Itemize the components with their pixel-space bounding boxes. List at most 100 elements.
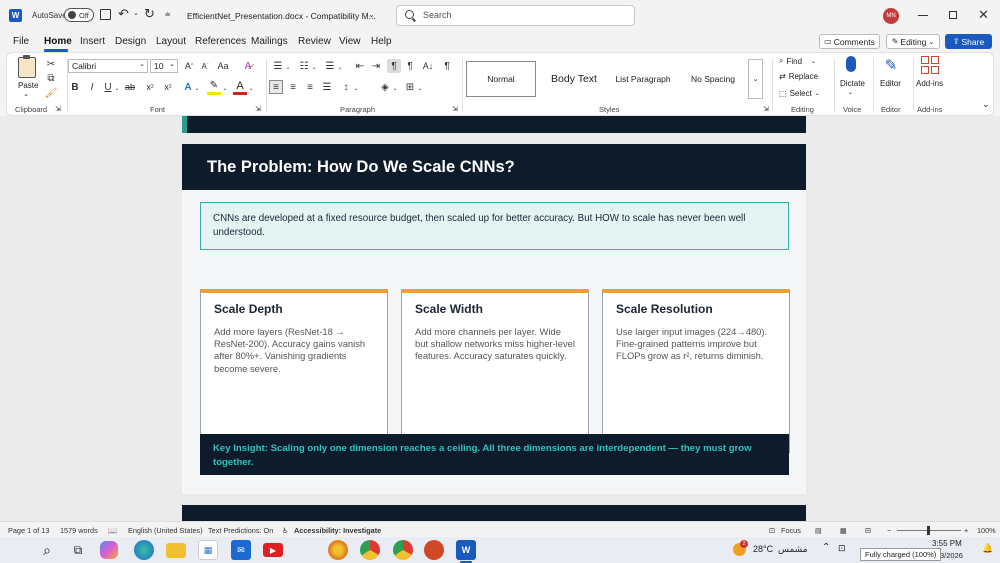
highlight-icon[interactable]: ✎: [207, 80, 221, 95]
shading-dropdown-icon[interactable]: ⌄: [391, 81, 399, 95]
minimize-icon[interactable]: [918, 15, 928, 16]
underline-dropdown-icon[interactable]: ⌄: [113, 81, 121, 95]
subscript-icon[interactable]: x2: [143, 80, 157, 94]
task-view-icon[interactable]: ⧉: [68, 540, 88, 560]
word-count[interactable]: 1579 words: [60, 526, 98, 535]
chrome-icon[interactable]: [360, 540, 380, 560]
numbering-dropdown-icon[interactable]: ⌄: [310, 60, 318, 74]
styles-launcher-icon[interactable]: ⇲: [763, 105, 769, 113]
undo-icon[interactable]: ↶: [118, 6, 129, 22]
numbering-icon[interactable]: ☷: [297, 59, 311, 73]
change-case-icon[interactable]: Aa: [216, 59, 230, 73]
increase-indent-icon[interactable]: ⇥: [369, 59, 383, 73]
menu-design[interactable]: Design: [115, 36, 146, 47]
addins-label[interactable]: Add-ins: [916, 79, 943, 88]
clipboard-launcher-icon[interactable]: ⇲: [55, 105, 61, 113]
edge-icon[interactable]: [134, 540, 154, 560]
menu-home[interactable]: Home: [44, 36, 72, 47]
file-explorer-icon[interactable]: [166, 543, 186, 558]
customize-toolbar-icon[interactable]: ⩧: [165, 9, 170, 20]
zoom-slider[interactable]: [897, 526, 961, 535]
styles-gallery-expand[interactable]: ⌄: [748, 59, 763, 99]
highlight-dropdown-icon[interactable]: ⌄: [221, 81, 229, 95]
borders-dropdown-icon[interactable]: ⌄: [416, 81, 424, 95]
copy-icon[interactable]: ⧉: [44, 71, 58, 85]
rtl-direction-icon[interactable]: ¶: [403, 59, 417, 73]
dictate-label[interactable]: Dictate: [840, 79, 865, 88]
align-right-icon[interactable]: ≡: [303, 80, 317, 94]
tray-network-icon[interactable]: ⊡: [838, 543, 846, 554]
youtube-icon[interactable]: ▶: [263, 543, 283, 557]
save-icon[interactable]: [100, 9, 111, 20]
paste-label[interactable]: Paste: [18, 81, 38, 90]
font-name-select[interactable]: Calibri ⌄: [68, 59, 148, 73]
ribbon-collapse-icon[interactable]: ⌄: [982, 99, 990, 110]
windows-start-icon[interactable]: [9, 543, 24, 558]
share-button[interactable]: ⇪ Share: [945, 34, 992, 49]
borders-icon[interactable]: ⊞: [403, 80, 417, 94]
microphone-icon[interactable]: [846, 56, 856, 72]
style-body-text[interactable]: Body Text: [540, 61, 608, 97]
menu-view[interactable]: View: [339, 36, 361, 47]
powerpoint-icon[interactable]: [424, 540, 444, 560]
read-mode-icon[interactable]: ▤: [815, 526, 822, 535]
align-center-icon[interactable]: ≡: [286, 80, 300, 94]
weather-text[interactable]: مشمس: [778, 544, 808, 555]
font-size-select[interactable]: 10 ⌄: [150, 59, 178, 73]
multilevel-list-icon[interactable]: ☰: [323, 59, 337, 73]
grow-font-icon[interactable]: A ^: [182, 59, 196, 73]
tray-chevron-icon[interactable]: ⌃: [822, 542, 830, 553]
web-layout-icon[interactable]: ⊟: [865, 526, 871, 535]
zoom-out-icon[interactable]: −: [887, 526, 891, 535]
strikethrough-icon[interactable]: ab: [123, 80, 137, 94]
select-button[interactable]: ⬚ Select ⌄: [779, 89, 820, 98]
paste-icon[interactable]: [18, 55, 36, 78]
menu-review[interactable]: Review: [298, 36, 331, 47]
weather-temp[interactable]: 28°C: [753, 544, 773, 554]
document-area[interactable]: The Problem: How Do We Scale CNNs? CNNs …: [0, 116, 1000, 521]
font-color-dropdown-icon[interactable]: ⌄: [247, 81, 255, 95]
paste-dropdown-icon[interactable]: ⌄: [23, 90, 29, 98]
editor-label[interactable]: Editor: [880, 79, 901, 88]
bold-icon[interactable]: B: [68, 80, 82, 94]
chrome-profile-icon[interactable]: [393, 540, 413, 560]
page-info[interactable]: Page 1 of 13: [8, 526, 49, 535]
replace-button[interactable]: ⇄ Replace: [779, 72, 818, 81]
clock-date[interactable]: 3/2026: [940, 551, 963, 560]
menu-references[interactable]: References: [195, 36, 246, 47]
maximize-icon[interactable]: [949, 11, 957, 19]
show-formatting-icon[interactable]: ¶: [440, 59, 454, 73]
dictate-dropdown-icon[interactable]: ⌄: [848, 89, 853, 96]
cut-icon[interactable]: ✂: [44, 57, 58, 71]
font-color-icon[interactable]: A: [233, 80, 247, 95]
clock-time[interactable]: 3:55 PM: [932, 539, 962, 548]
zoom-in-icon[interactable]: +: [964, 526, 968, 535]
accessibility-icon[interactable]: ♿: [282, 526, 289, 535]
focus-icon[interactable]: ⊡: [769, 526, 775, 535]
store-icon[interactable]: ▦: [198, 540, 218, 560]
editor-icon[interactable]: ✎: [882, 56, 900, 74]
title-dropdown-icon[interactable]: ⌄: [368, 10, 375, 19]
justify-icon[interactable]: ☰: [320, 80, 334, 94]
close-icon[interactable]: ✕: [978, 7, 989, 23]
style-normal[interactable]: Normal: [466, 61, 536, 97]
superscript-icon[interactable]: x2: [161, 80, 175, 94]
decrease-indent-icon[interactable]: ⇤: [353, 59, 367, 73]
line-spacing-icon[interactable]: ↕: [339, 80, 353, 94]
align-left-icon[interactable]: ≡: [269, 80, 283, 94]
focus-label[interactable]: Focus: [781, 526, 801, 535]
menu-file[interactable]: File: [13, 36, 29, 47]
bullets-icon[interactable]: ☰: [271, 59, 285, 73]
menu-insert[interactable]: Insert: [80, 36, 105, 47]
notification-bell-icon[interactable]: 🔔: [982, 543, 993, 554]
menu-mailings[interactable]: Mailings: [251, 36, 288, 47]
shading-icon[interactable]: ◈: [378, 80, 392, 94]
search-box[interactable]: Search: [396, 5, 635, 26]
proofing-icon[interactable]: 📖: [108, 526, 117, 535]
bullets-dropdown-icon[interactable]: ⌄: [284, 60, 292, 74]
autosave-toggle[interactable]: Off: [64, 8, 94, 22]
copilot-icon[interactable]: [100, 541, 118, 559]
menu-help[interactable]: Help: [371, 36, 392, 47]
format-painter-icon[interactable]: 🖌: [44, 86, 58, 100]
zoom-thumb[interactable]: [927, 526, 930, 535]
